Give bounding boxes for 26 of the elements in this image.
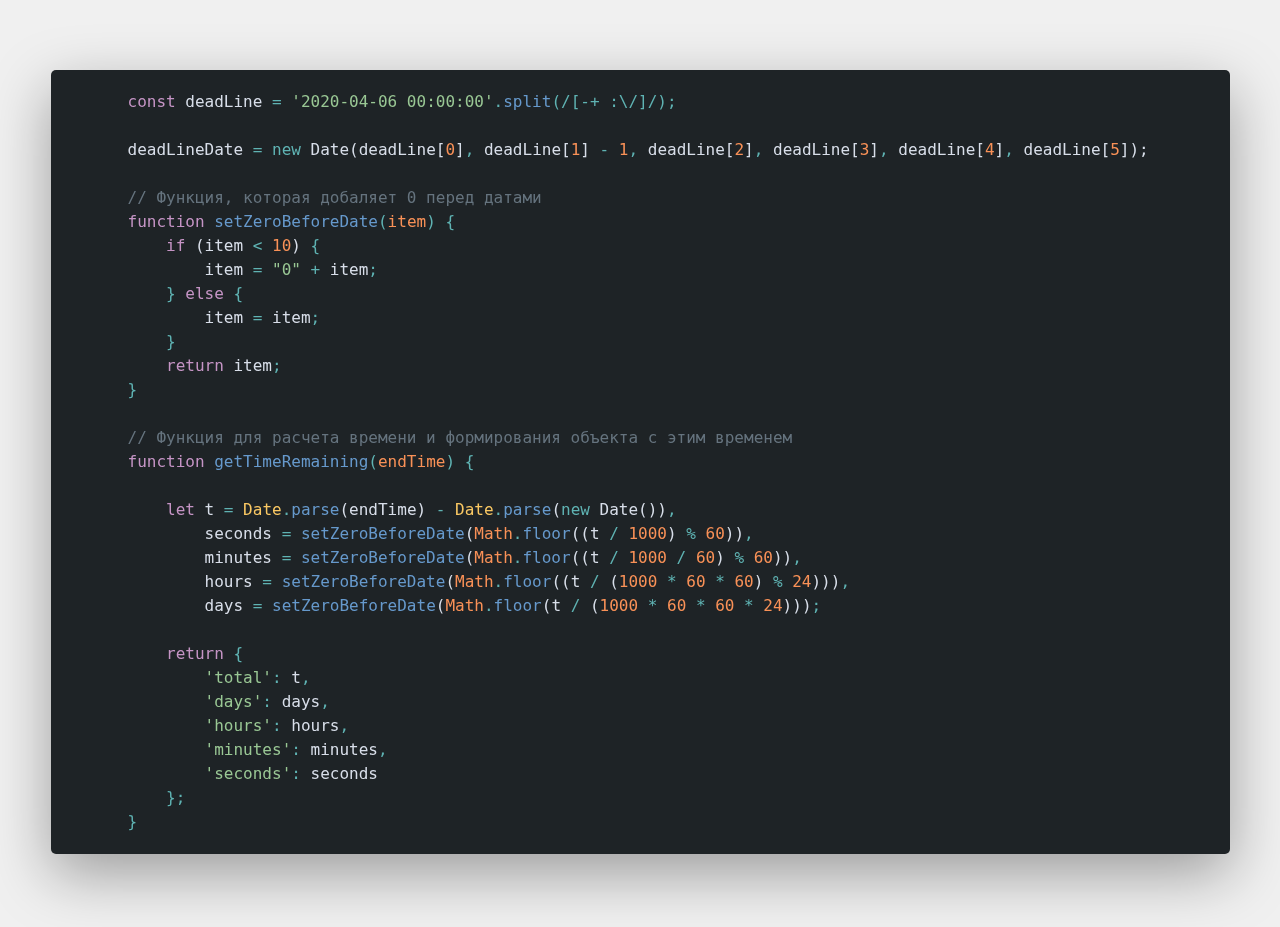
code-line: minutes = setZeroBeforeDate(Math.floor((t / 1000 / 60) % 60)), — [203, 547, 803, 569]
code-line: } — [165, 331, 177, 353]
code-line: const deadLine = '2020-04-06 00:00:00'.split(/[-+ :\/]/); — [127, 91, 678, 113]
code-line: // Функция, которая добаляет 0 перед датами — [127, 187, 543, 209]
code-line: seconds = setZeroBeforeDate(Math.floor((t / 1000) % 60)), — [203, 523, 755, 545]
code-line: } else { — [165, 283, 245, 305]
code-line: return item; — [165, 355, 283, 377]
code-line: function getTimeRemaining(endTime) { — [127, 451, 476, 473]
code-line: item = item; — [203, 307, 322, 329]
code-line: } — [127, 379, 139, 401]
code-line: return { — [165, 643, 245, 665]
code-line: 'days': days, — [203, 691, 331, 713]
code-line: item = "0" + item; — [203, 259, 379, 281]
code-line: 'hours': hours, — [203, 715, 351, 737]
code-line: // Функция для расчета времени и формирования объекта с этим временем — [127, 427, 794, 449]
code-line: 'minutes': minutes, — [203, 739, 389, 761]
code-line: let t = Date.parse(endTime) - Date.parse(new Date()), — [165, 499, 678, 521]
code-line: 'total': t, — [203, 667, 312, 689]
code-line: function setZeroBeforeDate(item) { — [127, 211, 457, 233]
code-line: 'seconds': seconds — [203, 763, 379, 785]
code-line: } — [127, 811, 139, 833]
code-line: }; — [165, 787, 187, 809]
code-line: if (item < 10) { — [165, 235, 322, 257]
code-line: days = setZeroBeforeDate(Math.floor(t / (1000 * 60 * 60 * 24))); — [203, 595, 823, 617]
code-line: deadLineDate = new Date(deadLine[0], deadLine[1] - 1, deadLine[2], deadLine[3], deadLine[4], deadLine[5]); — [127, 139, 1150, 161]
code-line: hours = setZeroBeforeDate(Math.floor((t / (1000 * 60 * 60) % 24))), — [203, 571, 852, 593]
